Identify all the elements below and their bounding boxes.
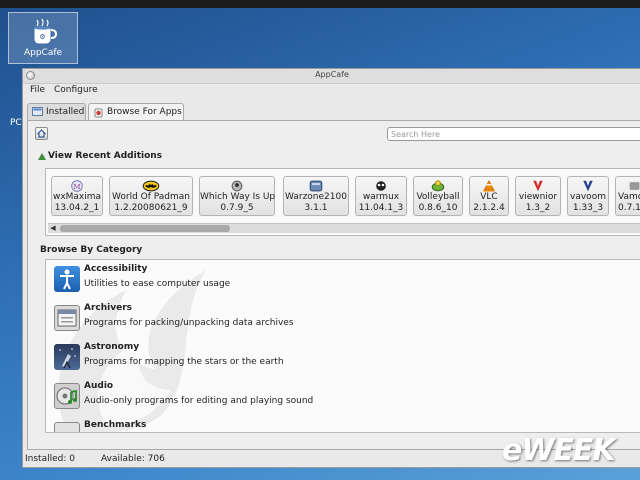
app-name: Which Way Is Up bbox=[200, 192, 276, 202]
app-name: World Of Padman bbox=[111, 192, 190, 202]
tab-installed[interactable]: Installed bbox=[27, 103, 86, 120]
recent-additions-list: M wxMaxima 13.04.2_1 World Of Padman 1.2… bbox=[45, 168, 640, 236]
vlc-cone-icon bbox=[483, 180, 495, 192]
app-card[interactable]: Vamc 0.7.1 bbox=[615, 176, 640, 216]
category-item-accessibility[interactable]: Accessibility Utilities to ease computer… bbox=[52, 260, 612, 296]
audio-icon bbox=[54, 383, 80, 409]
astronomy-icon bbox=[54, 344, 80, 370]
app-name: VLC bbox=[480, 192, 498, 202]
app-version: 2.1.2.4 bbox=[473, 203, 505, 213]
wxmaxima-icon: M bbox=[71, 180, 83, 192]
window-title: AppCafe bbox=[315, 70, 349, 79]
category-name: Astronomy bbox=[84, 342, 140, 352]
search-input[interactable] bbox=[387, 127, 640, 141]
app-version: 11.04.1_3 bbox=[358, 203, 404, 213]
warzone-icon bbox=[309, 180, 323, 192]
app-version: 13.04.2_1 bbox=[54, 203, 100, 213]
which-way-icon bbox=[231, 180, 243, 192]
category-item-audio[interactable]: Audio Audio-only programs for editing an… bbox=[52, 377, 612, 413]
app-card[interactable]: vavoom 1.33_3 bbox=[567, 176, 609, 216]
browse-panel: View Recent Additions M wxMaxima 13.04.2… bbox=[27, 120, 640, 450]
app-card[interactable]: Volleyball 0.8.6_10 bbox=[413, 176, 463, 216]
volleyball-icon bbox=[431, 180, 445, 192]
accessibility-icon bbox=[54, 266, 80, 292]
vamc-icon bbox=[629, 182, 640, 190]
title-bar[interactable]: AppCafe bbox=[23, 69, 640, 84]
category-name: Audio bbox=[84, 381, 114, 391]
tab-browse-for-apps[interactable]: Browse For Apps bbox=[88, 103, 184, 121]
app-version: 0.8.6_10 bbox=[418, 203, 458, 213]
tab-browse-label: Browse For Apps bbox=[107, 107, 182, 117]
archiver-icon bbox=[54, 305, 80, 331]
app-card[interactable]: World Of Padman 1.2.20080621_9 bbox=[109, 176, 193, 216]
category-list: Accessibility Utilities to ease computer… bbox=[45, 259, 640, 433]
category-description: Audio-only programs for editing and play… bbox=[84, 396, 314, 406]
app-version: 1.33_3 bbox=[572, 203, 604, 213]
menu-file[interactable]: File bbox=[30, 85, 45, 95]
coffee-cup-icon: ⚙ bbox=[33, 18, 57, 45]
category-item-archivers[interactable]: Archivers Programs for packing/unpacking… bbox=[52, 299, 612, 335]
installed-count: Installed: 0 bbox=[25, 454, 75, 464]
category-name: Benchmarks bbox=[84, 420, 147, 430]
home-icon bbox=[37, 129, 46, 138]
browse-apps-icon bbox=[94, 108, 103, 118]
app-version: 0.7.1 bbox=[618, 203, 640, 213]
warmux-icon bbox=[376, 181, 386, 191]
collapse-triangle-icon[interactable] bbox=[38, 153, 46, 160]
app-name: warmux bbox=[362, 192, 400, 202]
app-version: 1.2.20080621_9 bbox=[114, 203, 188, 213]
app-card[interactable]: Which Way Is Up 0.7.9_5 bbox=[199, 176, 275, 216]
category-item-benchmarks[interactable]: Benchmarks bbox=[52, 416, 612, 432]
app-name: vavoom bbox=[570, 192, 606, 202]
app-version: 1.3_2 bbox=[525, 203, 551, 213]
category-description: Programs for mapping the stars or the ea… bbox=[84, 357, 284, 367]
app-name: viewnior bbox=[518, 192, 558, 202]
horizontal-scrollbar[interactable]: ◀ bbox=[48, 223, 640, 233]
app-name: Vamc bbox=[618, 192, 640, 202]
desktop-side-label: PC bbox=[10, 118, 22, 128]
category-description: Utilities to ease computer usage bbox=[84, 279, 231, 289]
app-name: Warzone2100 bbox=[285, 192, 347, 202]
category-description: Programs for packing/unpacking data arch… bbox=[84, 318, 294, 328]
category-name: Archivers bbox=[84, 303, 132, 313]
tab-installed-label: Installed bbox=[46, 107, 85, 117]
vavoom-icon bbox=[583, 180, 593, 192]
app-card[interactable]: warmux 11.04.1_3 bbox=[355, 176, 407, 216]
app-card[interactable]: M wxMaxima 13.04.2_1 bbox=[51, 176, 103, 216]
app-card[interactable]: viewnior 1.3_2 bbox=[515, 176, 561, 216]
scrollbar-thumb[interactable] bbox=[60, 225, 230, 232]
scroll-left-icon[interactable]: ◀ bbox=[48, 224, 58, 233]
browse-by-category-heading: Browse By Category bbox=[40, 245, 143, 255]
app-card[interactable]: Warzone2100 3.1.1 bbox=[283, 176, 349, 216]
app-card[interactable]: VLC 2.1.2.4 bbox=[469, 176, 509, 216]
recent-additions-heading: View Recent Additions bbox=[48, 151, 163, 161]
benchmarks-icon bbox=[54, 422, 80, 432]
available-count: Available: 706 bbox=[101, 454, 165, 464]
app-name: Volleyball bbox=[416, 192, 460, 202]
installed-icon bbox=[32, 107, 43, 116]
appcafe-window: AppCafe File Configure Installed Browse … bbox=[22, 68, 640, 468]
app-version: 0.7.9_5 bbox=[220, 203, 254, 213]
eweek-watermark: eWEEK bbox=[502, 433, 616, 468]
category-name: Accessibility bbox=[84, 264, 148, 274]
app-name: wxMaxima bbox=[52, 192, 102, 202]
category-item-astronomy[interactable]: Astronomy Programs for mapping the stars… bbox=[52, 338, 612, 374]
app-version: 3.1.1 bbox=[304, 203, 328, 213]
home-button[interactable] bbox=[35, 127, 48, 140]
desktop-icon-appcafe[interactable]: ⚙ AppCafe bbox=[8, 12, 78, 64]
desktop-icon-label: AppCafe bbox=[23, 48, 63, 58]
viewnior-icon bbox=[533, 180, 543, 192]
menu-configure[interactable]: Configure bbox=[54, 85, 98, 95]
batman-icon bbox=[142, 180, 160, 192]
svg-text:⚙: ⚙ bbox=[39, 33, 45, 41]
svg-text:M: M bbox=[74, 183, 81, 191]
top-panel bbox=[0, 0, 640, 8]
